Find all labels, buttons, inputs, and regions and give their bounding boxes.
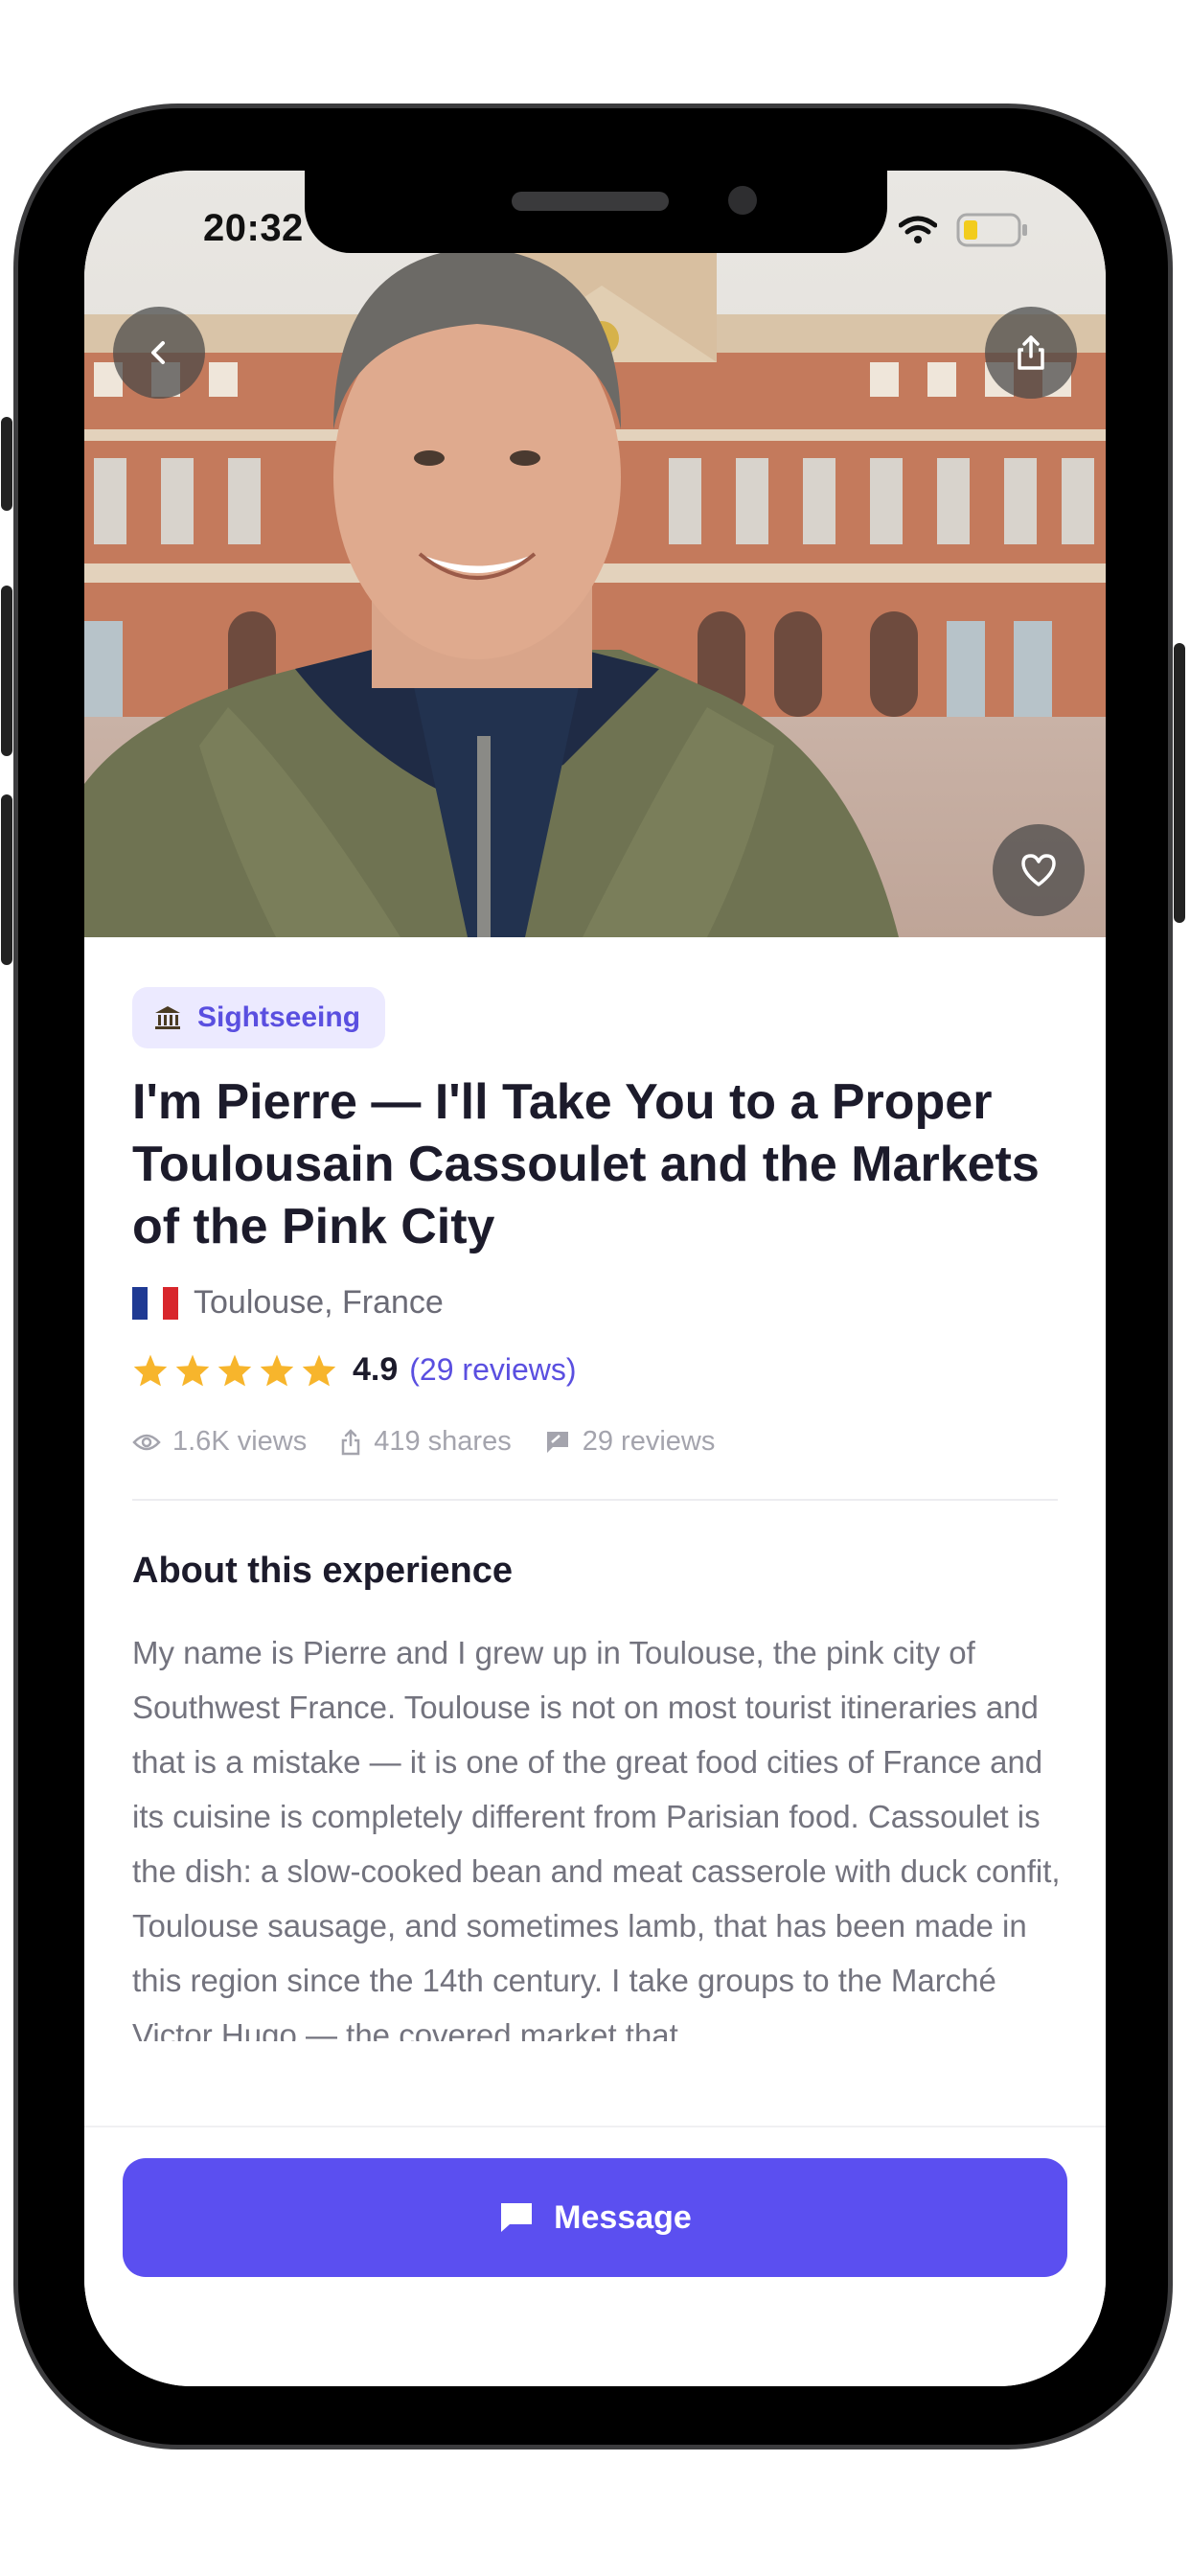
chat-bubble-icon	[501, 2203, 533, 2232]
volume-down-button	[1, 794, 12, 965]
about-heading: About this experience	[132, 1551, 513, 1591]
status-time: 20:32	[203, 207, 304, 249]
silent-switch	[1, 417, 12, 511]
museum-icon	[155, 1006, 180, 1029]
bottom-action-bar: Message	[84, 2126, 1106, 2386]
star-icon	[217, 1354, 252, 1386]
speaker-grille	[512, 192, 669, 211]
battery-icon	[956, 213, 1027, 247]
views-stat: 1.6K views	[132, 1426, 307, 1458]
about-description: My name is Pierre and I grew up in Toulo…	[132, 1635, 1061, 2041]
app-screen: 20:32 Sightseeing I'm Pierre — I'll Take…	[84, 171, 1106, 2386]
chevron-left-icon	[151, 341, 165, 364]
status-icons	[899, 213, 1029, 247]
favorite-button[interactable]	[993, 824, 1085, 916]
category-chip[interactable]: Sightseeing	[132, 987, 386, 1048]
power-button	[1174, 643, 1185, 923]
device-notch	[305, 171, 887, 253]
location-text: Toulouse, France	[194, 1284, 444, 1321]
views-count: 1.6K views	[172, 1426, 308, 1457]
share-icon	[341, 1428, 360, 1455]
eye-icon	[132, 1434, 161, 1450]
experience-title: I'm Pierre — I'll Take You to a Proper T…	[132, 1074, 1040, 1254]
back-button[interactable]	[113, 307, 205, 399]
star-rating	[132, 1353, 337, 1388]
star-icon	[133, 1354, 168, 1386]
location: Toulouse, France	[132, 1284, 444, 1322]
share-icon	[1018, 335, 1044, 370]
front-camera	[728, 186, 757, 215]
reviews-stat: 29 reviews	[544, 1426, 716, 1458]
message-button[interactable]: Message	[123, 2158, 1067, 2277]
share-button[interactable]	[985, 307, 1077, 399]
star-icon	[302, 1354, 336, 1386]
review-icon	[546, 1431, 568, 1453]
star-icon	[260, 1354, 294, 1386]
rating: 4.9 (29 reviews)	[132, 1351, 577, 1389]
reviews-count: 29 reviews	[582, 1426, 716, 1457]
engagement-stats: 1.6K views 419 shares 29 reviews	[132, 1426, 715, 1458]
hero-photo	[84, 171, 1106, 937]
shares-count: 419 shares	[374, 1426, 512, 1457]
france-flag-icon	[132, 1286, 178, 1320]
volume-up-button	[1, 586, 12, 756]
category-label: Sightseeing	[197, 1001, 361, 1033]
rating-value: 4.9	[353, 1351, 399, 1388]
heart-icon	[1021, 854, 1056, 886]
reviews-link[interactable]: (29 reviews)	[409, 1352, 576, 1388]
shares-stat: 419 shares	[339, 1426, 512, 1458]
section-divider	[132, 1499, 1058, 1501]
hero-image	[84, 171, 1106, 937]
wifi-icon	[899, 216, 937, 243]
star-icon	[175, 1354, 210, 1386]
message-label: Message	[554, 2198, 692, 2236]
